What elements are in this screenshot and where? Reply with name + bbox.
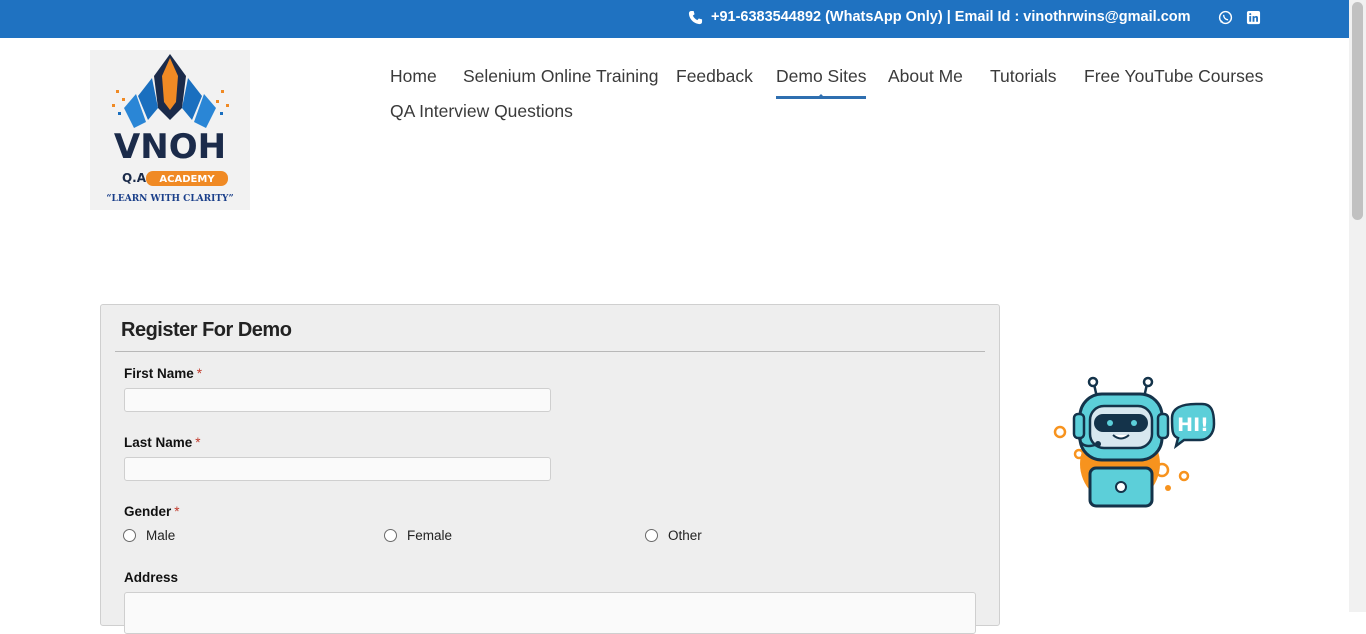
logo-brand-text: VNOH	[114, 127, 226, 167]
gender-female-option[interactable]: Female	[384, 528, 452, 543]
form-divider	[115, 351, 985, 352]
logo-academy-text: ACADEMY	[159, 174, 215, 185]
nav-tutorials[interactable]: Tutorials	[990, 62, 1056, 90]
gender-other-option[interactable]: Other	[645, 528, 702, 543]
gender-male-label: Male	[146, 528, 176, 543]
nav-selenium-online-training[interactable]: Selenium Online Training	[463, 62, 659, 90]
last-name-label-text: Last Name	[124, 435, 193, 450]
scrollbar-thumb[interactable]	[1352, 2, 1363, 220]
gender-other-label: Other	[668, 528, 702, 543]
contact-text: +91-6383544892 (WhatsApp Only) | Email I…	[711, 9, 1191, 25]
required-mark: *	[195, 435, 201, 450]
form-title: Register For Demo	[121, 319, 292, 341]
address-label: Address	[124, 570, 178, 585]
contact-info: +91-6383544892 (WhatsApp Only) | Email I…	[688, 9, 1191, 25]
required-mark: *	[196, 366, 203, 381]
radio-button[interactable]	[645, 529, 658, 542]
linkedin-icon[interactable]	[1246, 10, 1261, 25]
gender-female-label: Female	[407, 528, 453, 543]
gender-male-option[interactable]: Male	[123, 528, 175, 543]
logo-qa-text: Q.A	[122, 171, 147, 185]
nav-demo-sites[interactable]: Demo Sites	[776, 62, 867, 99]
nav-qa-interview-questions[interactable]: QA Interview Questions	[390, 97, 573, 125]
first-name-label-text: First Name	[124, 366, 194, 381]
page-scrollbar[interactable]	[1349, 0, 1366, 612]
nav-about-me[interactable]: About Me	[888, 62, 963, 90]
whatsapp-icon[interactable]	[1218, 10, 1233, 25]
gender-label: Gender *	[124, 504, 180, 519]
address-label-text: Address	[124, 570, 179, 585]
nav-feedback[interactable]: Feedback	[676, 62, 753, 90]
address-textarea[interactable]	[124, 592, 976, 634]
nav-free-youtube-courses[interactable]: Free YouTube Courses	[1084, 62, 1263, 90]
register-form: Register For Demo First Name * Last Name *…	[100, 304, 1000, 634]
logo-graphic: VNOH Q.A ACADEMY “LEARN WITH CLARITY”	[106, 54, 234, 204]
last-name-input[interactable]	[124, 457, 551, 481]
chatbot-bubble-text: HI!	[1177, 414, 1209, 436]
phone-icon	[688, 10, 703, 24]
radio-button[interactable]	[123, 529, 136, 542]
top-contact-bar: +91-6383544892 (WhatsApp Only) | Email I…	[0, 0, 1349, 38]
gender-label-text: Gender	[124, 504, 172, 519]
logo-tagline: “LEARN WITH CLARITY”	[106, 194, 233, 204]
robot-hi-icon: HI!	[1053, 376, 1216, 508]
nav-home[interactable]: Home	[390, 62, 437, 90]
first-name-input[interactable]	[124, 388, 551, 412]
radio-button[interactable]	[384, 529, 397, 542]
site-logo[interactable]: VNOH Q.A ACADEMY “LEARN WITH CLARITY”	[90, 50, 250, 210]
last-name-label: Last Name *	[124, 435, 201, 450]
required-mark: *	[174, 504, 180, 519]
social-links	[1218, 10, 1261, 25]
chatbot-widget[interactable]: HI!	[1050, 372, 1220, 512]
first-name-label: First Name *	[124, 366, 202, 381]
